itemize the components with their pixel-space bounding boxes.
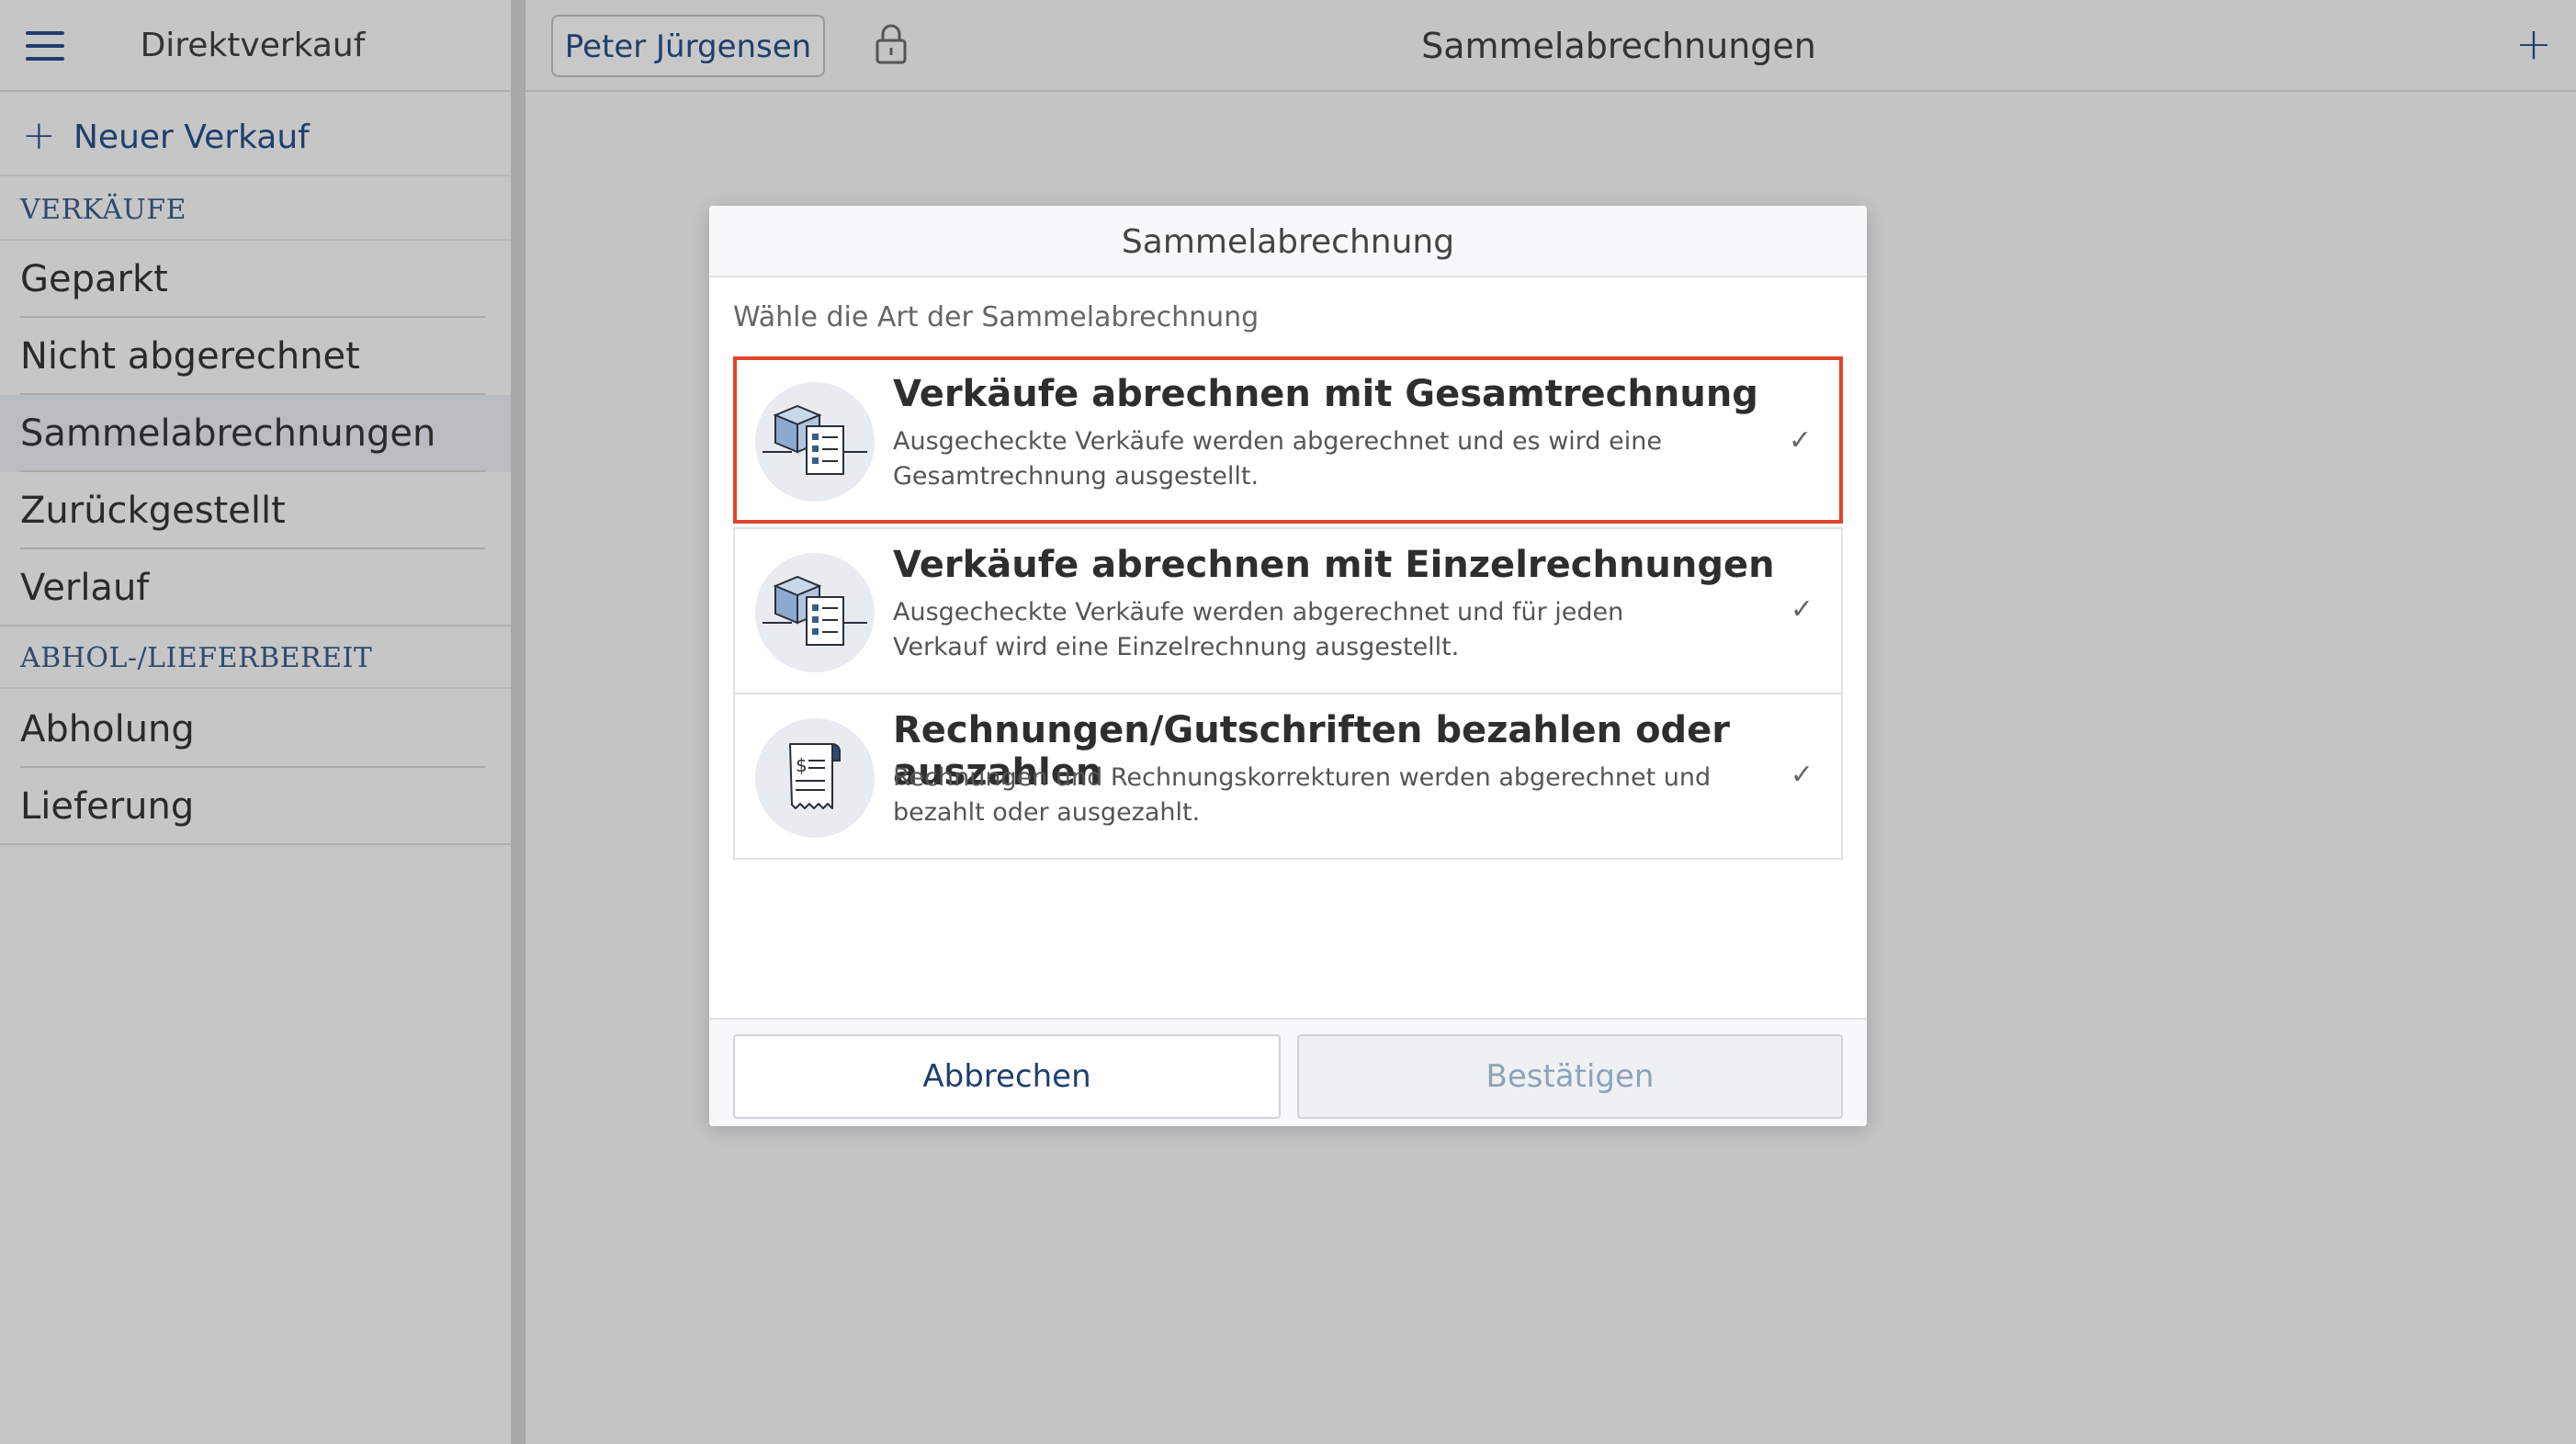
new-sale-button[interactable]: + Neuer Verkauf — [0, 96, 511, 176]
option-title: Verkäufe abrechnen mit Einzelrechnungen — [893, 544, 1775, 586]
dialog-footer: Abbrechen Bestätigen — [709, 1018, 1867, 1126]
sidebar-divider[interactable] — [511, 0, 525, 1444]
sidebar: Direktverkauf + Neuer Verkauf VERKÄUFE G… — [0, 0, 511, 1444]
sidebar-item-verlauf[interactable]: Verlauf — [0, 549, 511, 626]
new-sale-label: Neuer Verkauf — [73, 118, 310, 156]
svg-text:$: $ — [796, 754, 808, 776]
add-icon[interactable]: + — [2506, 0, 2561, 92]
sidebar-item-zurueckgestellt[interactable]: Zurückgestellt — [0, 472, 511, 549]
package-invoice-icon — [755, 553, 875, 672]
lock-icon[interactable] — [873, 22, 910, 66]
check-icon: ✓ — [1790, 593, 1813, 626]
hamburger-menu-icon[interactable] — [26, 31, 64, 61]
section-header-verkaeufe: VERKÄUFE — [0, 178, 511, 241]
collective-billing-dialog: Sammelabrechnung Wähle die Art der Samme… — [709, 206, 1867, 1126]
option-description: Ausgecheckte Verkäufe werden abgerechnet… — [893, 598, 1624, 661]
check-icon: ✓ — [1790, 759, 1813, 791]
option-gesamtrechnung[interactable]: Verkäufe abrechnen mit Gesamtrechnung Au… — [733, 356, 1843, 524]
dialog-subtitle: Wähle die Art der Sammelabrechnung — [733, 301, 1260, 333]
sidebar-item-sammelabrechnungen[interactable]: Sammelabrechnungen — [0, 395, 511, 472]
receipt-icon: $ — [755, 718, 875, 838]
option-description: Rechnungen und Rechnungskorrekturen werd… — [893, 763, 1712, 827]
sidebar-item-nicht-abgerechnet[interactable]: Nicht abgerechnet — [0, 318, 511, 395]
sidebar-item-geparkt[interactable]: Geparkt — [0, 241, 511, 318]
sidebar-header: Direktverkauf — [0, 0, 511, 92]
dialog-title: Sammelabrechnung — [709, 206, 1867, 277]
plus-icon: + — [22, 112, 56, 159]
confirm-button[interactable]: Bestätigen — [1297, 1034, 1843, 1119]
top-bar: Peter Jürgensen Sammelabrechnungen + — [525, 0, 2576, 92]
check-icon: ✓ — [1788, 424, 1812, 457]
option-title: Verkäufe abrechnen mit Gesamtrechnung — [893, 373, 1758, 415]
sidebar-item-lieferung[interactable]: Lieferung — [0, 768, 511, 845]
user-button[interactable]: Peter Jürgensen — [551, 15, 825, 77]
sidebar-item-abholung[interactable]: Abholung — [0, 691, 511, 768]
package-invoice-icon — [755, 382, 875, 502]
sidebar-title: Direktverkauf — [140, 27, 366, 64]
app-root: Direktverkauf + Neuer Verkauf VERKÄUFE G… — [0, 0, 2576, 1444]
section-header-abhol-lieferbereit: ABHOL-/LIEFERBEREIT — [0, 626, 511, 689]
cancel-button[interactable]: Abbrechen — [733, 1034, 1281, 1119]
option-einzelrechnungen[interactable]: Verkäufe abrechnen mit Einzelrechnungen … — [733, 527, 1843, 694]
option-rechnungen-gutschriften[interactable]: $ Rechnungen/Gutschriften bezahlen oder … — [733, 693, 1843, 860]
page-title: Sammelabrechnungen — [1421, 26, 1816, 66]
option-description: Ausgecheckte Verkäufe werden abgerechnet… — [893, 427, 1662, 491]
